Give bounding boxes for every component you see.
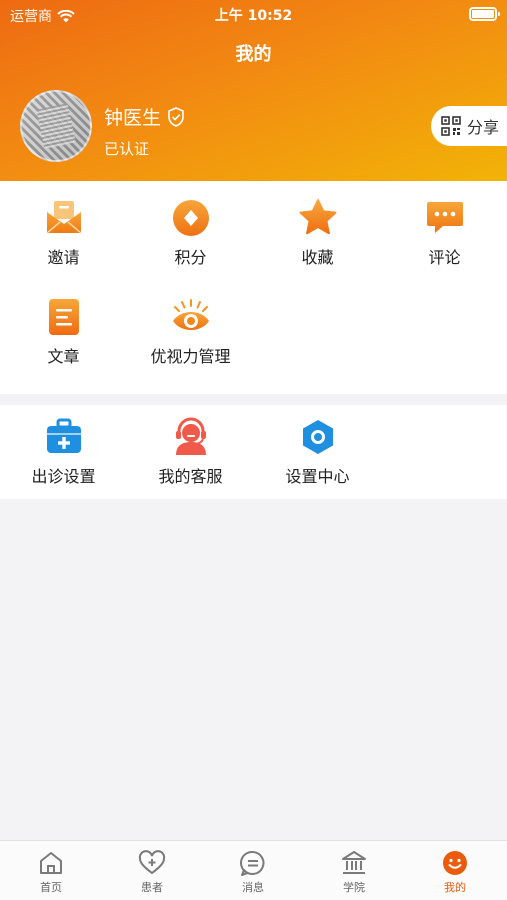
tab-academy[interactable]: 学院 <box>304 849 404 895</box>
menu-label: 邀请 <box>47 248 80 267</box>
menu-label: 优视力管理 <box>150 347 231 366</box>
points-coin-icon <box>172 200 209 236</box>
tab-profile[interactable]: 我的 <box>405 849 505 895</box>
tab-label: 学院 <box>343 881 365 894</box>
home-icon <box>40 852 62 874</box>
menu-item-invite[interactable]: 邀请 <box>0 198 127 268</box>
customer-service-icon <box>175 417 206 455</box>
menu-label: 收藏 <box>301 248 334 267</box>
article-doc-icon <box>48 299 79 335</box>
user-name: 钟医生 <box>104 107 162 129</box>
bottom-tab-bar: 首页 患者 消息 学院 我的 <box>0 840 507 900</box>
menu-label: 文章 <box>47 347 80 366</box>
status-time: 上午 10:52 <box>214 8 293 24</box>
qr-code-icon <box>441 116 461 136</box>
battery-icon <box>469 7 500 21</box>
tab-label: 我的 <box>444 881 466 894</box>
tab-home[interactable]: 首页 <box>1 849 101 895</box>
status-bar: 运营商 上午 10:52 <box>0 0 507 28</box>
menu-item-settings-center[interactable]: 设置中心 <box>254 417 381 487</box>
user-name-row: 钟医生 <box>104 103 185 130</box>
menu-item-comments[interactable]: 评论 <box>381 198 507 268</box>
menu-item-favorites[interactable]: 收藏 <box>254 198 381 268</box>
page-title: 我的 <box>235 44 272 65</box>
favorite-star-icon <box>299 199 336 235</box>
comment-bubble-icon <box>426 202 463 233</box>
academy-icon <box>342 851 366 874</box>
verified-shield-icon <box>168 106 184 127</box>
verified-label: 已认证 <box>104 140 150 158</box>
eye-icon <box>172 299 209 330</box>
menu-item-consultation-settings[interactable]: 出诊设置 <box>0 417 127 487</box>
secondary-menu-card: 出诊设置 我的客服 设置中心 <box>0 405 507 499</box>
message-icon <box>239 850 265 876</box>
tab-label: 消息 <box>242 881 264 894</box>
avatar[interactable] <box>20 90 92 162</box>
menu-label: 评论 <box>428 248 461 267</box>
menu-item-points[interactable]: 积分 <box>127 198 254 268</box>
menu-label: 出诊设置 <box>31 467 96 486</box>
tab-label: 患者 <box>141 881 163 894</box>
settings-hexagon-icon <box>302 420 333 454</box>
tab-label: 首页 <box>40 881 62 894</box>
primary-menu-card: 邀请 积分 收藏 评论 文章 优视力管理 <box>0 181 507 394</box>
menu-label: 设置中心 <box>285 467 350 486</box>
menu-label: 我的客服 <box>158 467 223 486</box>
medical-kit-icon <box>46 418 81 453</box>
profile-header: 运营商 上午 10:52 我的 钟医生 已认证 分享 <box>0 0 507 181</box>
tab-patients[interactable]: 患者 <box>102 849 202 895</box>
menu-item-articles[interactable]: 文章 <box>0 297 127 367</box>
invite-envelope-icon <box>46 201 81 234</box>
tab-messages[interactable]: 消息 <box>203 849 303 895</box>
share-label: 分享 <box>467 118 500 137</box>
share-button[interactable]: 分享 <box>431 106 507 146</box>
menu-item-customer-service[interactable]: 我的客服 <box>127 417 254 487</box>
menu-label: 积分 <box>174 248 207 267</box>
profile-smile-icon <box>443 851 467 875</box>
menu-item-vision-management[interactable]: 优视力管理 <box>127 297 254 367</box>
patient-heart-icon <box>138 850 166 875</box>
